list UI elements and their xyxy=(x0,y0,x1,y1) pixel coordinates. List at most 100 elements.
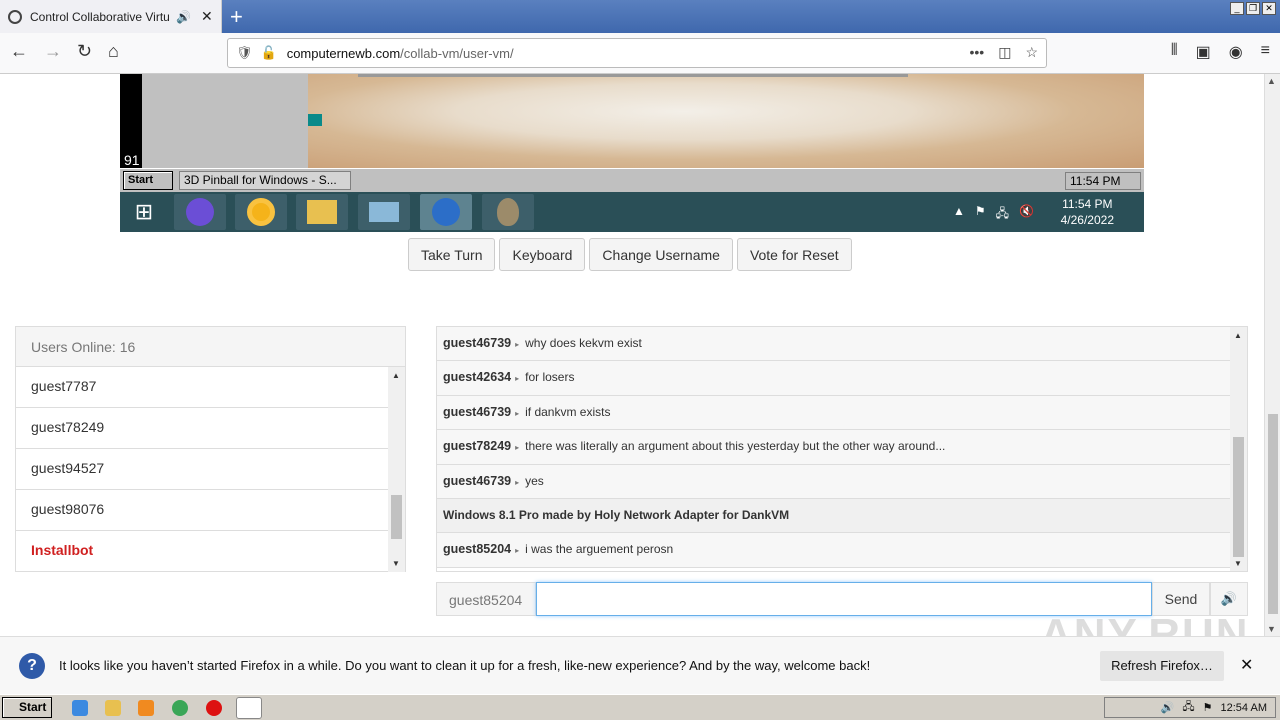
users-online-header: Users Online: 16 xyxy=(16,327,405,367)
win98-task-pinball[interactable]: 3D Pinball for Windows - S... xyxy=(179,171,351,190)
start-button[interactable]: Start xyxy=(2,697,52,718)
close-icon[interactable]: ✕ xyxy=(1240,655,1253,675)
chat-message: guest42634 ▸ for losers xyxy=(437,361,1231,396)
win10-clock[interactable]: 11:54 PM 4/26/2022 xyxy=(1061,196,1114,228)
chat-text: i was the arguement perosn xyxy=(525,542,674,557)
arrow-icon: ▸ xyxy=(515,340,520,349)
host-clock: 12:54 AM xyxy=(1220,701,1267,714)
ie-icon[interactable] xyxy=(72,700,88,716)
user-item[interactable]: guest94527 xyxy=(16,449,389,490)
browser-tab[interactable]: Control Collaborative Virtual M 🔊 ✕ xyxy=(0,0,222,33)
url-domain: computernewb.com xyxy=(286,45,401,61)
minimize-button[interactable]: _ xyxy=(1230,2,1244,15)
page-scrollbar[interactable]: ▲ ▼ xyxy=(1264,74,1280,636)
bookmark-star-icon[interactable]: ☆ xyxy=(1025,44,1038,61)
refresh-firefox-button[interactable]: Refresh Firefox… xyxy=(1100,651,1224,681)
notification-text: It looks like you haven’t started Firefo… xyxy=(59,658,871,673)
scroll-down-arrow-icon[interactable]: ▼ xyxy=(1234,559,1242,568)
user-item-installbot[interactable]: Installbot xyxy=(16,531,389,572)
restore-button[interactable]: ❐ xyxy=(1246,2,1260,15)
firefox-taskbar-icon[interactable] xyxy=(236,697,262,719)
chat-username[interactable]: guest46739 xyxy=(443,336,511,350)
file-explorer-icon[interactable] xyxy=(296,194,348,230)
arrow-icon: ▸ xyxy=(515,374,520,384)
back-arrow-icon[interactable]: ← xyxy=(10,41,28,62)
tab-close-icon[interactable]: ✕ xyxy=(201,8,213,25)
home-icon[interactable]: ⌂ xyxy=(108,41,119,62)
forward-arrow-icon[interactable]: → xyxy=(44,41,62,62)
tray-volume-icon[interactable]: 🔇 xyxy=(1019,204,1034,225)
reload-icon[interactable]: ↻ xyxy=(77,41,92,62)
pocket-icon[interactable]: ◫ xyxy=(998,44,1011,61)
user-item[interactable]: guest78249 xyxy=(16,408,389,449)
vm-wallpaper-image xyxy=(308,74,1144,168)
users-list: guest7787 guest78249 guest94527 guest980… xyxy=(16,367,389,572)
window-app-icon[interactable] xyxy=(358,194,410,230)
media-player-icon[interactable] xyxy=(138,700,154,716)
windows-logo-icon[interactable]: ⊞ xyxy=(120,192,168,232)
tray-chevron-icon[interactable]: ▲ xyxy=(953,204,965,225)
scroll-up-arrow-icon[interactable]: ▲ xyxy=(392,371,400,380)
opera-icon[interactable] xyxy=(206,700,222,716)
chat-message: guest85204 ▸ i was the arguement perosn xyxy=(437,533,1231,568)
host-taskbar: Start 🔊 🖧 ⚑ 12:54 AM xyxy=(0,694,1280,720)
new-tab-button[interactable]: + xyxy=(230,4,243,30)
chat-text: why does kekvm exist xyxy=(525,336,642,350)
url-bar[interactable]: 🛡 🔓 computernewb.com /collab-vm/user-vm/… xyxy=(227,38,1047,68)
chat-text: yes xyxy=(525,473,544,488)
chat-username[interactable]: guest46739 xyxy=(443,474,511,488)
speaker-icon[interactable]: 🔊 xyxy=(176,10,191,24)
account-icon[interactable]: ◉ xyxy=(1229,42,1243,62)
navigation-bar: ← → ↻ ⌂ 🛡 🔓 computernewb.com /collab-vm/… xyxy=(0,33,1280,74)
vm-controls: Take Turn Keyboard Change Username Vote … xyxy=(408,238,852,271)
take-turn-button[interactable]: Take Turn xyxy=(408,238,496,271)
win98-clock: 11:54 PM xyxy=(1065,172,1141,190)
vote-reset-button[interactable]: Vote for Reset xyxy=(736,238,852,271)
chrome-icon[interactable] xyxy=(235,194,287,230)
user-item[interactable]: guest98076 xyxy=(16,490,389,531)
chat-message: guest46739 ▸ why does kekvm exist xyxy=(437,327,1231,362)
user-item[interactable]: guest7787 xyxy=(16,367,389,408)
page-content: 91 Start 3D Pinball for Windows - S... 1… xyxy=(0,74,1264,636)
scroll-up-arrow-icon[interactable]: ▲ xyxy=(1234,331,1242,340)
insecure-lock-icon[interactable]: 🔓 xyxy=(261,45,277,61)
chat-username[interactable]: guest85204 xyxy=(443,542,511,556)
chat-username[interactable]: guest46739 xyxy=(443,405,511,419)
vm-grey-panel xyxy=(142,74,308,168)
menu-icon[interactable]: ≡ xyxy=(1261,42,1270,62)
close-window-button[interactable]: ✕ xyxy=(1262,2,1276,15)
chat-text: for losers xyxy=(525,370,575,385)
tray-network-icon[interactable]: 🖧 xyxy=(996,204,1009,225)
library-icon[interactable]: ⫴ xyxy=(1171,42,1178,62)
network-globe-icon[interactable] xyxy=(420,194,472,230)
users-scrollbar[interactable]: ▲ ▼ xyxy=(388,367,405,572)
sidebar-icon[interactable]: ▣ xyxy=(1196,42,1211,62)
flag-tray-icon[interactable]: ⚑ xyxy=(1203,701,1213,714)
chat-username[interactable]: guest42634 xyxy=(443,370,511,384)
tab-title: Control Collaborative Virtual M xyxy=(30,9,170,24)
arrow-icon: ▸ xyxy=(515,408,520,418)
tab-favicon-icon xyxy=(8,9,22,24)
scroll-down-arrow-icon[interactable]: ▼ xyxy=(1267,624,1276,634)
chat-username[interactable]: guest78249 xyxy=(443,439,511,453)
scroll-down-arrow-icon[interactable]: ▼ xyxy=(392,559,400,568)
chat-scrollbar[interactable]: ▲ ▼ xyxy=(1230,327,1247,571)
page-actions-icon[interactable]: ••• xyxy=(969,44,984,61)
tor-icon[interactable] xyxy=(482,194,534,230)
chrome-icon[interactable] xyxy=(172,700,188,716)
network-tray-icon[interactable]: 🖧 xyxy=(1182,698,1194,717)
firefox-icon[interactable] xyxy=(174,194,226,230)
chat-panel: guest46739 ▸ why does kekvm exist guest426… xyxy=(436,326,1248,572)
vm-screen[interactable]: 91 Start 3D Pinball for Windows - S... 1… xyxy=(120,74,1144,232)
question-icon: ? xyxy=(19,653,45,679)
win98-start-button[interactable]: Start xyxy=(123,171,173,190)
volume-tray-icon[interactable]: 🔊 xyxy=(1161,701,1175,714)
tray-flag-icon[interactable]: ⚑ xyxy=(975,204,986,225)
change-username-button[interactable]: Change Username xyxy=(589,238,733,271)
keyboard-button[interactable]: Keyboard xyxy=(499,238,586,271)
folder-icon[interactable] xyxy=(105,700,121,716)
shield-icon[interactable]: 🛡 xyxy=(236,45,253,61)
firefox-notification-bar: ? It looks like you haven’t started Fire… xyxy=(0,636,1280,694)
scroll-up-arrow-icon[interactable]: ▲ xyxy=(1267,76,1276,86)
win10-time: 11:54 PM xyxy=(1062,197,1113,211)
